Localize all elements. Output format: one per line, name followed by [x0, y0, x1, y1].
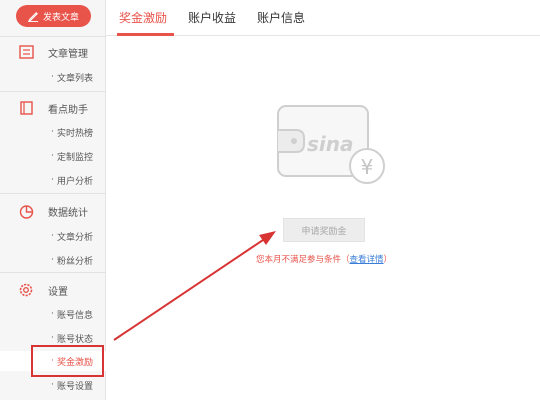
notice-text: 您本月不满足参与条件（ — [256, 255, 350, 265]
section-label: 文章管理 — [48, 48, 88, 60]
sidebar-item-article-analysis[interactable]: · 文章分析 — [0, 226, 106, 246]
sidebar-item-label: 用户分析 — [57, 177, 94, 187]
eligibility-notice: 您本月不满足参与条件（查看详情） — [256, 253, 392, 265]
sidebar-section-settings[interactable]: 设置 — [0, 278, 106, 302]
document-icon — [18, 44, 34, 60]
tab-bar: 奖金激励 账户收益 账户信息 — [106, 0, 540, 36]
tab-account-info[interactable]: 账户信息 — [257, 9, 305, 26]
annotation-highlight-box — [31, 345, 104, 377]
sidebar-item-label: 定制监控 — [57, 153, 94, 163]
pie-chart-icon — [18, 203, 34, 219]
sidebar-section-data-statistics[interactable]: 数据统计 — [0, 199, 106, 223]
active-tab-indicator — [117, 33, 174, 36]
sidebar-item-label: 实时热榜 — [57, 129, 94, 139]
section-label: 看点助手 — [48, 104, 88, 116]
divider — [0, 36, 106, 37]
edit-icon — [27, 11, 39, 22]
sidebar-item-account-info[interactable]: · 账号信息 — [0, 304, 106, 324]
section-label: 设置 — [48, 286, 68, 298]
sidebar-item-label: 账号信息 — [57, 311, 94, 321]
sidebar-item-fan-analysis[interactable]: · 粉丝分析 — [0, 250, 106, 270]
sidebar-item-user-analysis[interactable]: · 用户分析 — [0, 170, 106, 190]
sidebar-item-realtime-hot[interactable]: · 实时热榜 — [0, 122, 106, 142]
wallet-logo-text: sina — [307, 132, 354, 156]
notice-text-end: ） — [383, 255, 393, 265]
sidebar-section-article-management[interactable]: 文章管理 — [0, 40, 106, 64]
sidebar: 发表文章 文章管理 · 文章列表 看点助手 · 实时热榜 · 定制监控 · 用户… — [0, 0, 106, 400]
book-icon — [18, 100, 34, 116]
section-label: 数据统计 — [48, 207, 88, 219]
sidebar-item-label: 账号设置 — [57, 382, 94, 392]
sidebar-item-article-list[interactable]: · 文章列表 — [0, 67, 106, 87]
sidebar-item-label: 粉丝分析 — [57, 257, 94, 267]
sidebar-item-label: 账号状态 — [57, 335, 94, 345]
post-article-label: 发表文章 — [42, 12, 79, 23]
sidebar-item-label: 文章列表 — [57, 74, 94, 84]
sidebar-item-custom-monitor[interactable]: · 定制监控 — [0, 146, 106, 166]
view-details-link[interactable]: 查看详情 — [350, 255, 384, 265]
currency-symbol: ¥ — [361, 155, 374, 179]
apply-bonus-button[interactable]: 申请奖励金 — [283, 218, 365, 242]
post-article-button[interactable]: 发表文章 — [16, 5, 91, 27]
gear-icon — [18, 282, 34, 298]
wallet-illustration: sina ¥ — [276, 104, 388, 186]
sidebar-item-label: 文章分析 — [57, 233, 94, 243]
sidebar-item-account-settings[interactable]: · 账号设置 — [0, 375, 106, 395]
divider — [0, 193, 106, 194]
sidebar-section-kandian-assistant[interactable]: 看点助手 — [0, 96, 106, 120]
divider — [0, 91, 106, 92]
tab-bonus-incentive[interactable]: 奖金激励 — [119, 9, 167, 26]
tab-account-earnings[interactable]: 账户收益 — [188, 9, 236, 26]
divider — [0, 272, 106, 273]
